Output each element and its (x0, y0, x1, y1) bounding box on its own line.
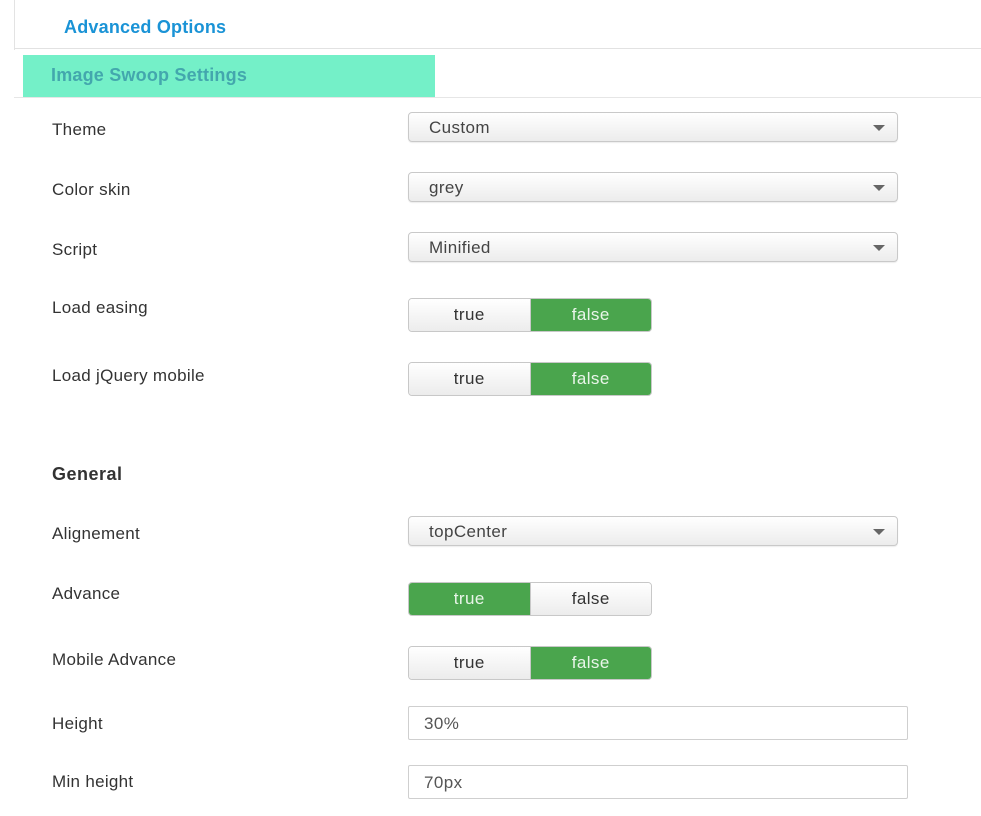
advance-label: Advance (52, 584, 121, 603)
mobile-advance-false-button[interactable]: false (529, 647, 651, 679)
advance-toggle: true false (408, 582, 652, 616)
mobile-advance-true-button[interactable]: true (409, 647, 530, 679)
theme-label: Theme (52, 120, 107, 139)
tab-label: Image Swoop Settings (51, 65, 248, 85)
tab-image-swoop-settings[interactable]: Image Swoop Settings (23, 55, 435, 97)
load-jquery-mobile-toggle: true false (408, 362, 652, 396)
min-height-input[interactable]: 70px (408, 765, 908, 799)
min-height-label: Min height (52, 772, 134, 791)
color-skin-select[interactable]: grey (408, 172, 898, 202)
min-height-value: 70px (424, 773, 463, 792)
load-jquery-mobile-false-button[interactable]: false (529, 363, 651, 395)
advanced-options-title[interactable]: Advanced Options (64, 17, 226, 38)
mobile-advance-label: Mobile Advance (52, 650, 177, 669)
color-skin-value: grey (429, 178, 464, 197)
chevron-down-icon (873, 245, 885, 251)
advance-true-button[interactable]: true (409, 583, 530, 615)
theme-select[interactable]: Custom (408, 112, 898, 142)
alignement-value: topCenter (429, 522, 508, 541)
load-jquery-mobile-label: Load jQuery mobile (52, 366, 205, 385)
alignement-select[interactable]: topCenter (408, 516, 898, 546)
script-label: Script (52, 240, 98, 259)
mobile-advance-toggle: true false (408, 646, 652, 680)
chevron-down-icon (873, 185, 885, 191)
load-easing-false-button[interactable]: false (529, 299, 651, 331)
load-easing-toggle: true false (408, 298, 652, 332)
load-easing-true-button[interactable]: true (409, 299, 530, 331)
alignement-label: Alignement (52, 524, 141, 543)
chevron-down-icon (873, 125, 885, 131)
height-value: 30% (424, 714, 460, 733)
script-select[interactable]: Minified (408, 232, 898, 262)
advanced-options-header[interactable]: Advanced Options (14, 0, 981, 49)
general-heading: General (52, 464, 123, 484)
theme-value: Custom (429, 118, 490, 137)
load-easing-label: Load easing (52, 298, 148, 317)
load-jquery-mobile-true-button[interactable]: true (409, 363, 530, 395)
tab-bar: Image Swoop Settings (14, 55, 981, 98)
advance-false-button[interactable]: false (529, 583, 651, 615)
height-input[interactable]: 30% (408, 706, 908, 740)
color-skin-label: Color skin (52, 180, 131, 199)
script-value: Minified (429, 238, 491, 257)
height-label: Height (52, 714, 103, 733)
chevron-down-icon (873, 529, 885, 535)
